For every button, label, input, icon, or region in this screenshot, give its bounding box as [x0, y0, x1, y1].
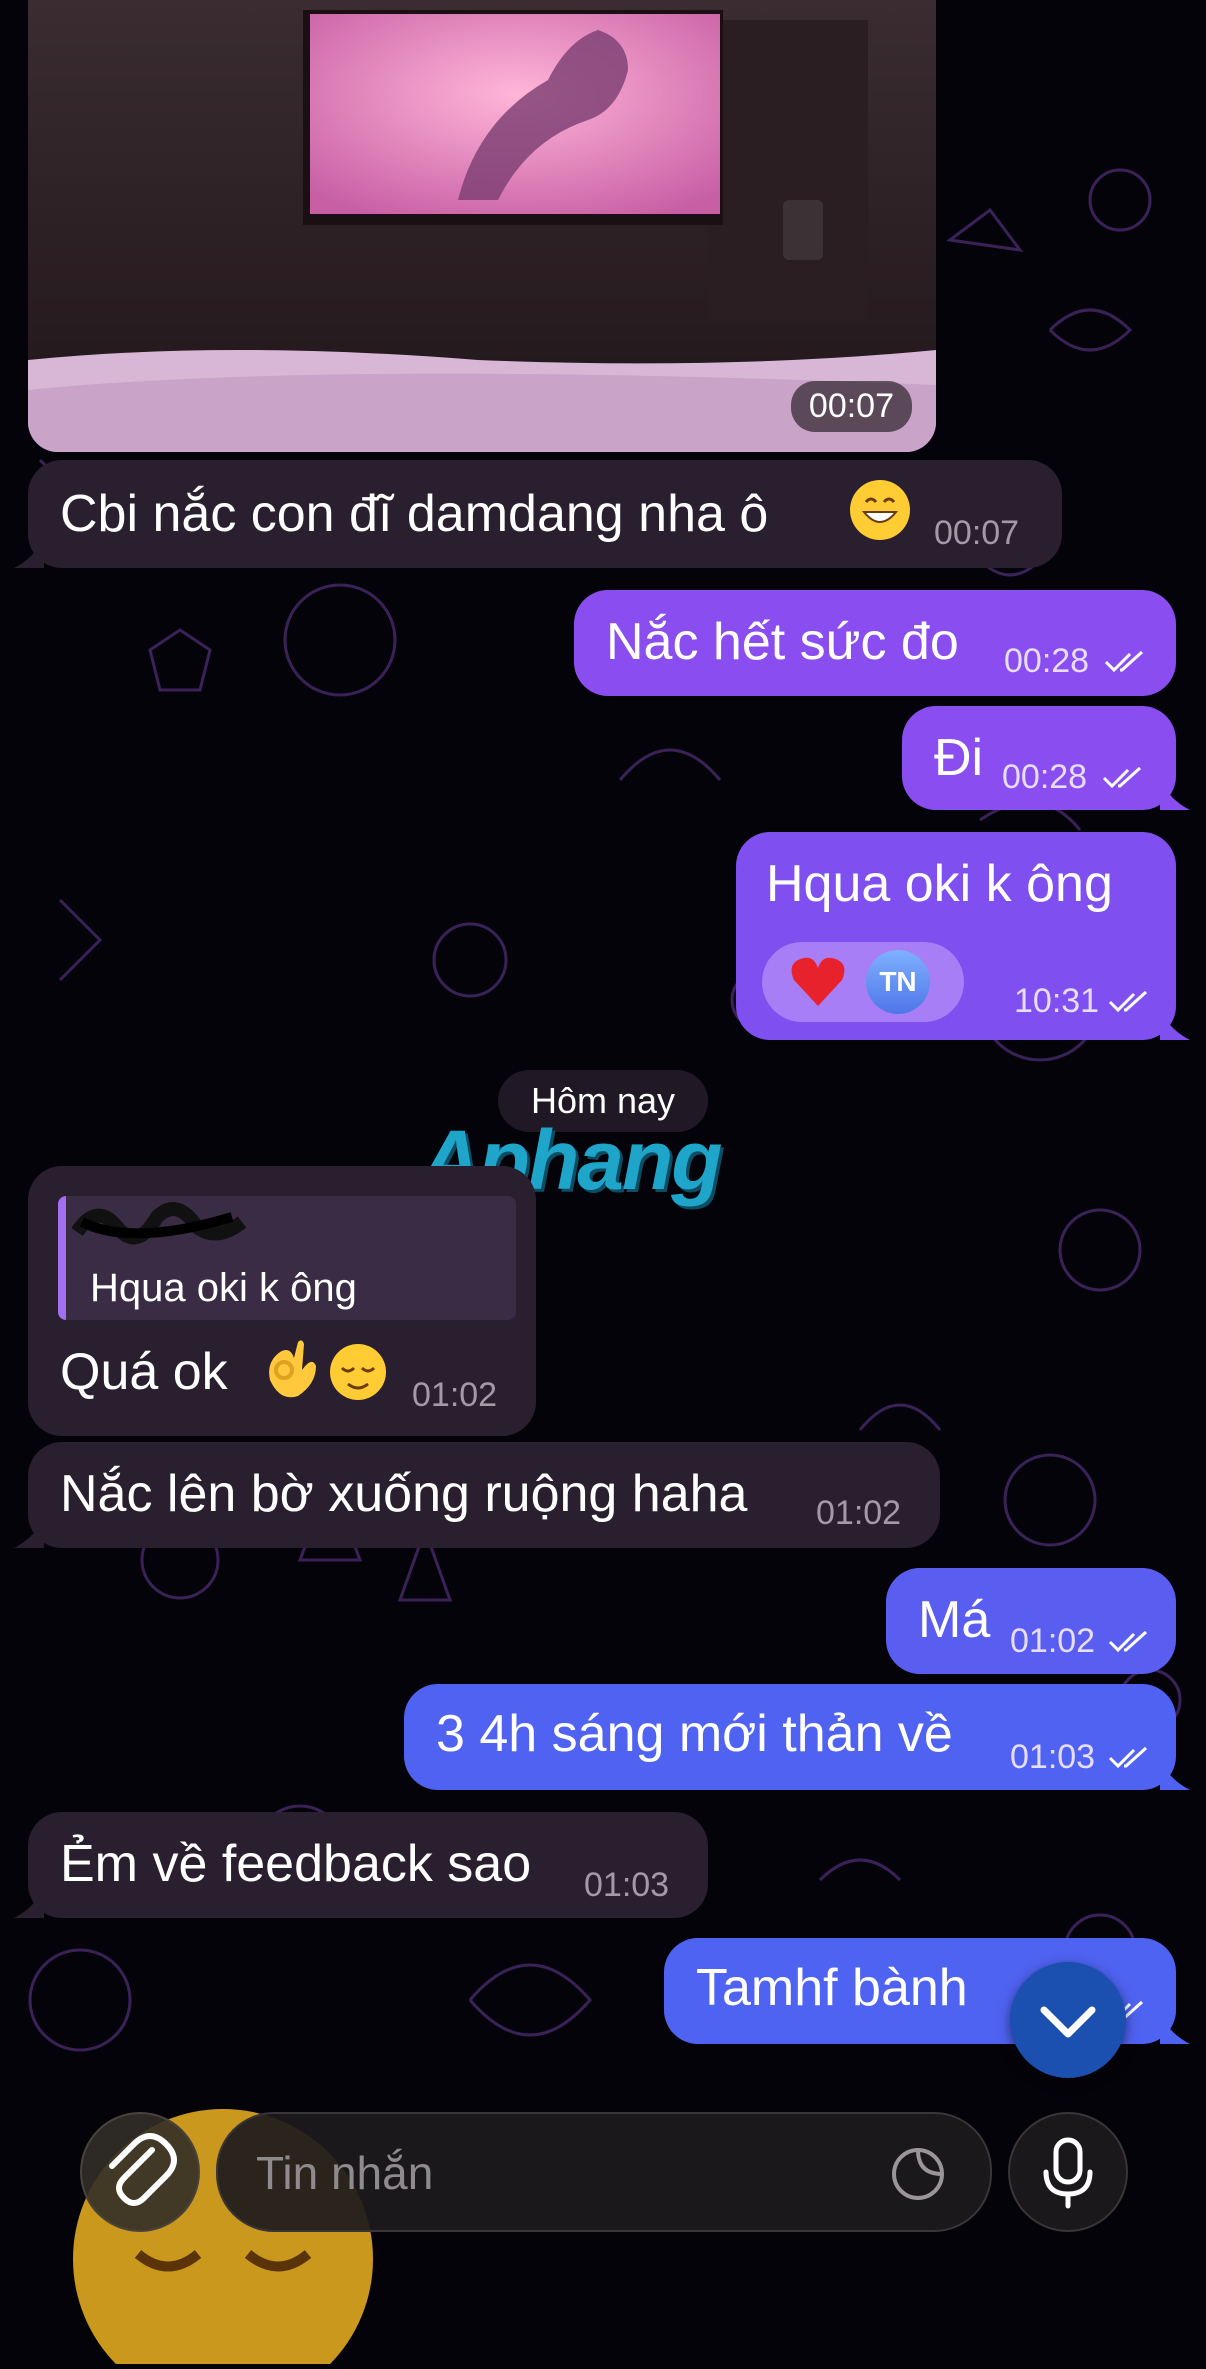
double-check-icon — [1104, 650, 1144, 673]
message-text: Cbi nắc con đĩ damdang nha ô — [60, 485, 769, 543]
relieved-face-emoji — [328, 1342, 388, 1402]
scroll-to-bottom-button[interactable] — [1010, 1962, 1126, 2078]
message-input-placeholder: Tin nhắn — [256, 2147, 434, 2199]
message-time: 00:07 — [934, 514, 1020, 552]
microphone-icon — [1043, 2137, 1093, 2209]
outgoing-message[interactable]: 3 4h sáng mới thản về 01:03 — [404, 1684, 1190, 1790]
chevron-down-icon — [1040, 2006, 1096, 2038]
outgoing-message[interactable]: Hqua oki k ông TN 10:31 — [736, 832, 1190, 1040]
red-heart-icon — [790, 956, 846, 1013]
video-duration: 00:07 — [790, 381, 912, 432]
double-check-icon — [1108, 1746, 1148, 1769]
ok-hand-emoji — [260, 1340, 318, 1400]
message-time: 00:28 — [1002, 758, 1088, 796]
sticker-button[interactable] — [890, 2146, 946, 2202]
incoming-message-with-reply[interactable]: Hqua oki k ông Quá ok 01:02 — [28, 1166, 536, 1436]
paperclip-icon — [109, 2133, 177, 2206]
message-time: 01:03 — [1010, 1738, 1096, 1776]
message-time: 00:28 — [1004, 642, 1090, 680]
message-text: Má — [918, 1591, 991, 1649]
reaction-chip[interactable]: TN — [762, 942, 964, 1022]
reactor-avatar: TN — [866, 950, 930, 1014]
outgoing-message[interactable]: Nắc hết sức đo 00:28 — [574, 590, 1176, 696]
incoming-message[interactable]: Nắc lên bờ xuống ruộng haha 01:02 — [14, 1442, 940, 1548]
message-text: Tamhf bành — [696, 1959, 968, 2017]
reply-quote[interactable]: Hqua oki k ông — [58, 1196, 516, 1320]
outgoing-message[interactable]: Đi 00:28 — [902, 706, 1190, 810]
outgoing-message[interactable]: Má 01:02 — [886, 1568, 1176, 1674]
reply-quote-text: Hqua oki k ông — [90, 1266, 357, 1310]
message-time: 01:02 — [1010, 1622, 1096, 1660]
video-message[interactable]: 00:07 — [28, 0, 936, 452]
message-text: Hqua oki k ông — [766, 855, 1113, 913]
message-text: Nắc lên bờ xuống ruộng haha — [60, 1465, 748, 1523]
double-check-icon — [1108, 990, 1148, 1013]
video-thumbnail — [28, 0, 936, 452]
incoming-message[interactable]: Ẻm về feedback sao 01:03 — [14, 1812, 708, 1918]
message-text: Ẻm về feedback sao — [60, 1835, 532, 1893]
grinning-face-emoji — [848, 478, 912, 542]
message-text: Quá ok — [60, 1343, 228, 1401]
redacted-sender-name — [71, 1202, 252, 1258]
sticker-icon — [892, 2148, 944, 2200]
message-time: 01:02 — [412, 1376, 498, 1414]
message-time: 01:02 — [816, 1494, 902, 1532]
message-input[interactable]: Tin nhắn — [216, 2112, 992, 2232]
incoming-message[interactable]: Cbi nắc con đĩ damdang nha ô 00:07 — [14, 460, 1062, 568]
attach-button[interactable] — [80, 2112, 200, 2232]
message-time: 10:31 — [1014, 982, 1100, 1020]
message-text: 3 4h sáng mới thản về — [436, 1705, 953, 1763]
double-check-icon — [1108, 1630, 1148, 1653]
double-check-icon — [1102, 766, 1142, 789]
message-time: 01:03 — [584, 1866, 670, 1904]
message-text: Đi — [934, 729, 984, 787]
voice-record-button[interactable] — [1008, 2112, 1128, 2232]
message-text: Nắc hết sức đo — [606, 613, 959, 671]
